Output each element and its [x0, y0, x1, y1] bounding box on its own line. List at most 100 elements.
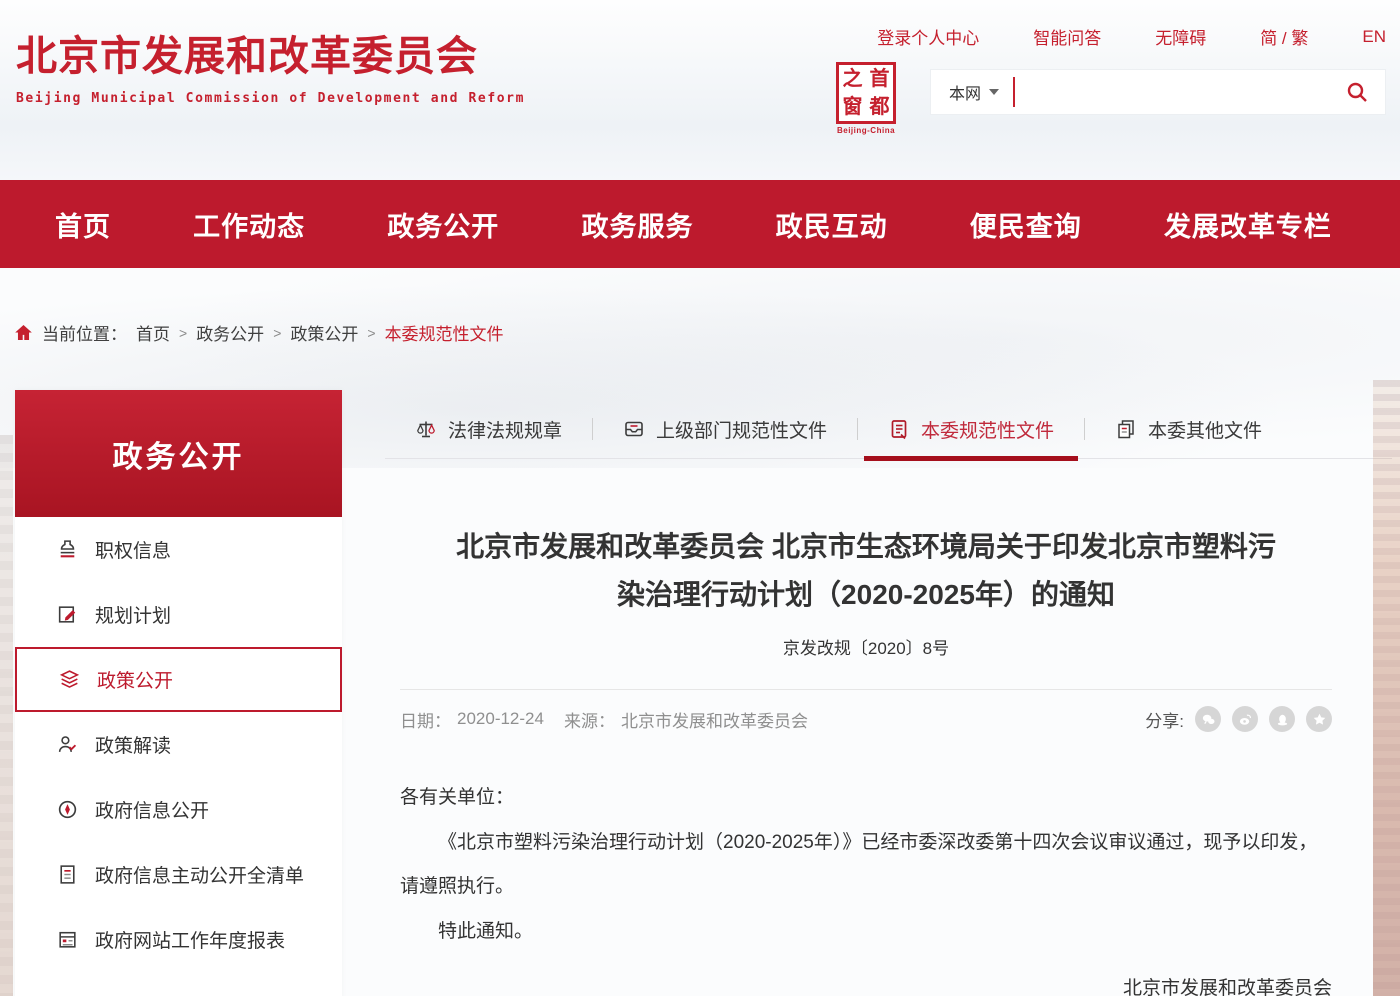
share-qq-button[interactable] — [1269, 706, 1295, 732]
main-nav: 首页 工作动态 政务公开 政务服务 政民互动 便民查询 发展改革专栏 — [0, 180, 1400, 268]
stamp-icon — [55, 538, 79, 562]
sidebar-item-label: 政府信息公开 — [95, 796, 209, 823]
sidebar: 政务公开 职权信息 规划计划 — [15, 390, 342, 996]
top-link-accessibility[interactable]: 无障碍 — [1155, 24, 1206, 49]
tab-laws-regulations[interactable]: 法律法规规章 — [385, 400, 592, 458]
salutation: 各有关单位： — [400, 776, 1332, 821]
nav-item-home[interactable]: 首页 — [55, 205, 111, 244]
tab-superior-normative-documents[interactable]: 上级部门规范性文件 — [593, 400, 857, 458]
article-meta-row: 日期：2020-12-24 来源：北京市发展和改革委员会 分享: — [400, 690, 1332, 732]
directory-icon — [55, 993, 79, 996]
top-link-english[interactable]: EN — [1362, 27, 1386, 47]
sidebar-item-website-annual-report[interactable]: 政府网站工作年度报表 — [15, 907, 342, 972]
star-icon — [1312, 712, 1327, 727]
breadcrumb-separator: > — [273, 325, 281, 341]
tab-label: 本委规范性文件 — [921, 416, 1054, 443]
sidebar-item-policy-interpretation[interactable]: 政策解读 — [15, 712, 342, 777]
annual-report-icon — [55, 928, 79, 952]
seal-char: 首 — [870, 69, 890, 89]
document-icon — [888, 418, 910, 440]
beijing-china-seal-logo[interactable]: 之 首 窗 都 Beijing-China — [836, 62, 896, 135]
search-button[interactable] — [1329, 80, 1385, 104]
sidebar-item-gov-info-disclosure[interactable]: 政府信息公开 — [15, 777, 342, 842]
background-left-art — [0, 435, 13, 996]
tab-label: 法律法规规章 — [448, 416, 562, 443]
pencil-document-icon — [55, 603, 79, 627]
paragraph: 特此通知。 — [400, 910, 1332, 955]
top-link-simplified-traditional[interactable]: 简 / 繁 — [1260, 24, 1308, 49]
qq-icon — [1275, 712, 1290, 727]
top-link-login[interactable]: 登录个人中心 — [877, 24, 979, 49]
nav-item-reform-column[interactable]: 发展改革专栏 — [1164, 205, 1332, 244]
nav-item-convenience-query[interactable]: 便民查询 — [970, 205, 1082, 244]
site-subtitle: Beijing Municipal Commission of Developm… — [16, 91, 525, 106]
content-tabs: 法律法规规章 上级部门规范性文件 本委规范性文件 — [385, 400, 1392, 459]
sidebar-item-label: 政策解读 — [95, 731, 171, 758]
search-scope-dropdown[interactable]: 本网 — [931, 80, 1013, 104]
search-scope-label: 本网 — [949, 80, 981, 104]
article-title: 北京市发展和改革委员会 北京市生态环境局关于印发北京市塑料污染治理行动计划（20… — [444, 523, 1289, 618]
tab-commission-other-documents[interactable]: 本委其他文件 — [1085, 400, 1292, 458]
article-body: 各有关单位： 《北京市塑料污染治理行动计划（2020-2025年）》已经市委深改… — [400, 776, 1332, 996]
sidebar-item-authority-info[interactable]: 职权信息 — [15, 517, 342, 582]
seal-icon: 之 首 窗 都 — [836, 62, 896, 124]
document-number: 京发改规〔2020〕8号 — [400, 634, 1332, 659]
sidebar-item-label: 政府网站工作年度报表 — [95, 926, 285, 953]
site-title: 北京市发展和改革委员会 — [16, 34, 525, 79]
breadcrumb-separator: > — [367, 325, 375, 341]
breadcrumb-item-gov-disclosure[interactable]: 政务公开 — [196, 320, 264, 345]
share-weibo-button[interactable] — [1232, 706, 1258, 732]
share-bar: 分享: — [1145, 706, 1332, 732]
scales-icon — [415, 418, 437, 440]
background-right-art — [1373, 380, 1400, 996]
nav-item-gov-disclosure[interactable]: 政务公开 — [387, 205, 499, 244]
sidebar-item-policy-disclosure[interactable]: 政策公开 — [15, 647, 342, 712]
paragraph: 《北京市塑料污染治理行动计划（2020-2025年）》已经市委深改委第十四次会议… — [400, 821, 1332, 910]
sidebar-item-label: 政府信息主动公开全清单 — [95, 861, 304, 888]
site-header: 北京市发展和改革委员会 Beijing Municipal Commission… — [0, 0, 1400, 180]
inbox-icon — [623, 418, 645, 440]
sidebar-item-label: 政策公开 — [97, 666, 173, 693]
sidebar-title[interactable]: 政务公开 — [15, 390, 342, 517]
search-input[interactable] — [1015, 72, 1329, 112]
article: 北京市发展和改革委员会 北京市生态环境局关于印发北京市塑料污染治理行动计划（20… — [400, 505, 1332, 996]
breadcrumb-item-policy-disclosure[interactable]: 政策公开 — [290, 320, 358, 345]
share-more-button[interactable] — [1306, 706, 1332, 732]
nav-item-gov-services[interactable]: 政务服务 — [581, 205, 693, 244]
home-icon[interactable] — [14, 323, 33, 342]
layers-icon — [57, 668, 81, 692]
article-meta: 日期：2020-12-24 来源：北京市发展和改革委员会 — [400, 707, 808, 732]
sidebar-item-label: 职权信息 — [95, 536, 171, 563]
person-check-icon — [55, 733, 79, 757]
nav-item-public-interaction[interactable]: 政民互动 — [776, 205, 888, 244]
sidebar-item-label: 规划计划 — [95, 601, 171, 628]
breadcrumb: 当前位置： 首页 > 政务公开 > 政策公开 > 本委规范性文件 — [14, 320, 504, 345]
share-wechat-button[interactable] — [1195, 706, 1221, 732]
tab-commission-normative-documents[interactable]: 本委规范性文件 — [858, 400, 1084, 458]
seal-caption: Beijing-China — [836, 126, 896, 135]
article-date: 2020-12-24 — [457, 709, 544, 729]
sidebar-item-proactive-disclosure-list[interactable]: 政府信息主动公开全清单 — [15, 842, 342, 907]
chevron-down-icon — [989, 89, 999, 95]
tab-label: 上级部门规范性文件 — [656, 416, 827, 443]
sidebar-item-label: 决策目录 — [95, 991, 171, 996]
date-label: 日期： — [400, 707, 451, 732]
breadcrumb-item-home[interactable]: 首页 — [136, 320, 170, 345]
search-bar: 本网 — [930, 69, 1386, 115]
seal-char: 都 — [870, 97, 890, 117]
sidebar-item-decision-directory[interactable]: 决策目录 — [15, 972, 342, 996]
article-source: 北京市发展和改革委员会 — [621, 707, 808, 732]
weibo-icon — [1238, 712, 1253, 727]
breadcrumb-location-label: 当前位置： — [42, 320, 127, 345]
wechat-icon — [1201, 712, 1216, 727]
site-logo[interactable]: 北京市发展和改革委员会 Beijing Municipal Commission… — [16, 34, 525, 106]
top-link-smart-qa[interactable]: 智能问答 — [1033, 24, 1101, 49]
breadcrumb-item-current[interactable]: 本委规范性文件 — [385, 320, 504, 345]
page: 北京市发展和改革委员会 Beijing Municipal Commission… — [0, 0, 1400, 996]
search-icon — [1345, 80, 1369, 104]
nav-item-work-news[interactable]: 工作动态 — [193, 205, 305, 244]
sidebar-item-planning[interactable]: 规划计划 — [15, 582, 342, 647]
signature: 北京市发展和改革委员会 — [400, 967, 1332, 996]
seal-char: 之 — [843, 69, 863, 89]
top-links: 登录个人中心 智能问答 无障碍 简 / 繁 EN — [877, 24, 1386, 49]
